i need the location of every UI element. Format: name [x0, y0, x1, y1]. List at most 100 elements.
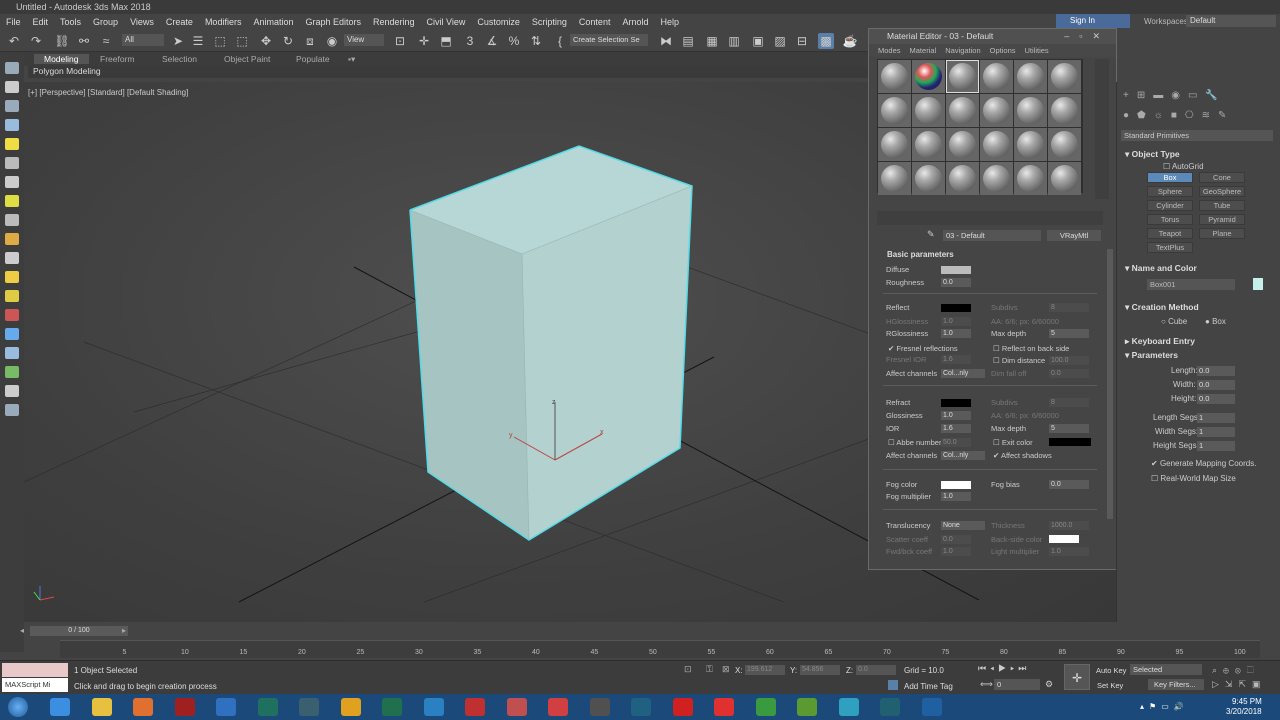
menu-animation[interactable]: Animation — [247, 17, 299, 27]
angle-snap-icon[interactable]: ∡ — [484, 33, 500, 49]
tab-freeform[interactable]: Freeform — [100, 54, 134, 64]
real-world-checkbox[interactable]: ☐ Real-World Map Size — [1151, 474, 1236, 483]
scatter-coeff-spinner[interactable]: 0.0 — [941, 535, 971, 544]
schematic-view-icon[interactable]: ⊟ — [794, 33, 810, 49]
spinner-snap-icon[interactable]: ⇅ — [528, 33, 544, 49]
ribbon-toggle-icon[interactable]: ▣ — [750, 33, 766, 49]
glossiness-spinner[interactable]: 1.0 — [941, 411, 971, 420]
material-slot[interactable] — [878, 162, 911, 195]
render-setup-icon[interactable]: ☕ — [842, 33, 858, 49]
unlink-icon[interactable]: ⚯ — [76, 33, 92, 49]
select-by-name-icon[interactable]: ☰ — [190, 33, 206, 49]
maxscript-listener[interactable] — [2, 663, 68, 677]
material-type-button[interactable]: VRayMtl — [1047, 230, 1101, 241]
fresnel-ior-spinner[interactable]: 1.6 — [941, 355, 971, 364]
material-toolbar[interactable] — [877, 211, 1103, 225]
width-segs-spinner[interactable]: 1 — [1197, 427, 1235, 437]
window-controls[interactable]: –▫✕ — [1064, 31, 1110, 42]
taskbar-app-icon[interactable] — [589, 698, 610, 716]
parameters-header[interactable]: ▾ Parameters — [1125, 350, 1178, 361]
taskbar-app-icon[interactable] — [216, 698, 236, 716]
tool-icon[interactable] — [5, 252, 19, 264]
taskbar-app-icon[interactable] — [548, 698, 568, 716]
tool-icon[interactable] — [5, 62, 19, 74]
menu-create[interactable]: Create — [160, 17, 199, 27]
taskbar-app-icon[interactable] — [382, 698, 402, 716]
workspace-select[interactable]: Default — [1186, 15, 1276, 27]
menu-scripting[interactable]: Scripting — [526, 17, 573, 27]
cube-radio[interactable]: ○ Cube — [1161, 317, 1187, 326]
time-config-icon[interactable]: ⟺ — [980, 679, 993, 690]
redo-icon[interactable]: ↷ — [28, 33, 44, 49]
select-manipulate-icon[interactable]: ✛ — [416, 33, 432, 49]
taskbar-app-icon[interactable] — [631, 698, 651, 716]
material-slot[interactable] — [878, 128, 911, 161]
abbe-checkbox[interactable]: ☐ Abbe number — [888, 438, 941, 447]
dim-distance-spinner[interactable]: 100.0 — [1049, 356, 1089, 365]
signin-button[interactable]: Sign In — [1056, 14, 1130, 28]
y-coordinate-field[interactable]: 54.856 — [800, 665, 840, 675]
tool-icon[interactable] — [5, 328, 19, 340]
roughness-spinner[interactable]: 0.0 — [941, 278, 971, 287]
subdivs-spinner[interactable]: 8 — [1049, 303, 1089, 312]
material-slot[interactable] — [912, 94, 945, 127]
menu-edit[interactable]: Edit — [27, 17, 55, 27]
maxscript-mini-listener[interactable]: MAXScript Mi — [2, 678, 68, 692]
track-bar[interactable]: 5 10 15 20 25 30 35 40 45 50 55 60 65 70 75 80 85 90 95 100 — [60, 640, 1260, 658]
tab-modeling[interactable]: Modeling — [34, 54, 89, 64]
pivot-center-icon[interactable]: ⊡ — [392, 33, 408, 49]
material-slot[interactable] — [912, 60, 945, 93]
eyedropper-icon[interactable]: ✎ — [927, 229, 935, 240]
prev-frame-arrow[interactable]: ◂ — [20, 626, 24, 635]
menu-rendering[interactable]: Rendering — [367, 17, 421, 27]
undo-icon[interactable]: ↶ — [6, 33, 22, 49]
selected-dropdown[interactable]: Selected — [1130, 664, 1202, 675]
primitive-button-teapot[interactable]: Teapot — [1147, 228, 1193, 239]
fog-color-swatch[interactable] — [941, 481, 971, 489]
primitive-button-pyramid[interactable]: Pyramid — [1199, 214, 1245, 225]
me-menu-options[interactable]: Options — [990, 46, 1016, 55]
tool-icon[interactable] — [5, 100, 19, 112]
me-menu-material[interactable]: Material — [910, 46, 937, 55]
hglossiness-spinner[interactable]: 1.0 — [941, 317, 971, 326]
taskbar-app-icon[interactable] — [423, 698, 444, 716]
light-multiplier-spinner[interactable]: 1.0 — [1049, 547, 1089, 556]
me-menu-utilities[interactable]: Utilities — [1025, 46, 1049, 55]
taskbar-app-icon[interactable] — [91, 698, 112, 716]
primitive-button-box[interactable]: Box — [1147, 172, 1193, 183]
material-slot[interactable] — [1014, 94, 1047, 127]
primitive-button-sphere[interactable]: Sphere — [1147, 186, 1193, 197]
material-slot[interactable] — [980, 60, 1013, 93]
current-frame-field[interactable]: 0 — [994, 679, 1040, 690]
material-slot[interactable] — [980, 162, 1013, 195]
tab-selection[interactable]: Selection — [162, 54, 197, 64]
system-tray[interactable]: ▴⚑▭🔊 — [1140, 702, 1189, 711]
material-slot[interactable] — [980, 94, 1013, 127]
set-key-button[interactable]: Set Key — [1097, 681, 1123, 690]
backside-color-swatch[interactable] — [1049, 535, 1079, 543]
ribbon-options-icon[interactable]: ▪▾ — [348, 54, 355, 65]
taskbar-app-icon[interactable] — [921, 698, 942, 716]
length-spinner[interactable]: 0.0 — [1197, 366, 1235, 376]
rotate-icon[interactable]: ↻ — [280, 33, 296, 49]
taskbar-app-icon[interactable] — [755, 698, 776, 716]
absolute-mode-icon[interactable]: ⊠ — [722, 664, 730, 675]
fog-bias-spinner[interactable]: 0.0 — [1049, 480, 1089, 489]
select-object-icon[interactable]: ➤ — [170, 33, 186, 49]
tool-icon[interactable] — [5, 385, 19, 397]
primitive-button-cone[interactable]: Cone — [1199, 172, 1245, 183]
primitive-type-dropdown[interactable]: Standard Primitives — [1121, 130, 1273, 141]
material-slot[interactable] — [1048, 128, 1081, 161]
refract-subdivs-spinner[interactable]: 8 — [1049, 398, 1089, 407]
tool-icon[interactable] — [5, 290, 19, 302]
curve-editor-icon[interactable]: ▨ — [772, 33, 788, 49]
viewport-label[interactable]: [+] [Perspective] [Standard] [Default Sh… — [28, 88, 188, 97]
reflect-max-depth-spinner[interactable]: 5 — [1049, 329, 1089, 338]
primitive-button-textplus[interactable]: TextPlus — [1147, 242, 1193, 253]
primitive-button-geosphere[interactable]: GeoSphere — [1199, 186, 1245, 197]
ior-spinner[interactable]: 1.6 — [941, 424, 971, 433]
taskbar-app-icon[interactable] — [133, 698, 153, 716]
bind-space-warp-icon[interactable]: ≈ — [98, 33, 114, 49]
taskbar-app-icon[interactable] — [714, 698, 734, 716]
taskbar-app-icon[interactable] — [465, 698, 485, 716]
